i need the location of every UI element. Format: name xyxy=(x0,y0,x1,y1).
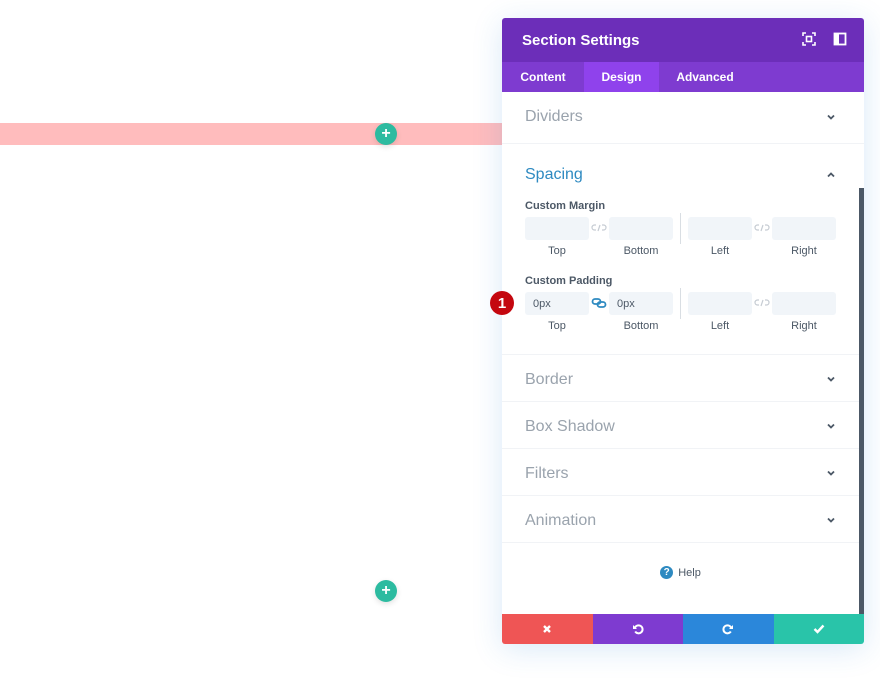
chevron-down-icon xyxy=(827,114,835,120)
modal-body: Dividers Spacing Custom Margin Top Botto… xyxy=(502,92,864,614)
toggle-title: Border xyxy=(525,371,574,388)
section-settings-modal: Section Settings Content Design Advanced… xyxy=(502,18,864,644)
toggle-animation[interactable]: Animation xyxy=(502,496,864,543)
padding-right-input[interactable] xyxy=(772,292,836,315)
custom-padding-fields: Top Bottom Left Right xyxy=(525,288,837,336)
scrollbar[interactable] xyxy=(859,188,864,614)
margin-right-input[interactable] xyxy=(772,217,836,240)
sublabel-right: Right xyxy=(791,245,817,257)
snap-sidebar-icon[interactable] xyxy=(833,32,847,46)
padding-left-input[interactable] xyxy=(688,292,752,315)
plus-icon: + xyxy=(381,125,391,142)
modal-header[interactable]: Section Settings xyxy=(502,18,864,62)
toggle-border[interactable]: Border xyxy=(502,355,864,402)
help-label: Help xyxy=(678,566,701,579)
redo-button[interactable] xyxy=(683,614,774,644)
sublabel-bottom: Bottom xyxy=(623,245,659,257)
sublabel-left: Left xyxy=(710,320,730,332)
padding-top-input[interactable] xyxy=(525,292,589,315)
cancel-button[interactable] xyxy=(502,614,593,644)
custom-margin-fields: Top Bottom Left Right xyxy=(525,213,837,261)
modal-tabs: Content Design Advanced xyxy=(502,62,864,92)
tab-design[interactable]: Design xyxy=(584,62,659,92)
modal-title: Section Settings xyxy=(522,31,640,49)
tab-advanced[interactable]: Advanced xyxy=(659,62,751,92)
toggle-box-shadow[interactable]: Box Shadow xyxy=(502,402,864,449)
unlinked-icon[interactable] xyxy=(754,222,770,234)
save-button[interactable] xyxy=(773,614,864,644)
margin-top-input[interactable] xyxy=(525,217,589,240)
toggle-title: Filters xyxy=(525,465,569,482)
custom-padding-label: Custom Padding xyxy=(525,275,613,287)
chevron-down-icon xyxy=(827,423,835,429)
unlinked-icon[interactable] xyxy=(591,222,607,234)
annotation-badge: 1 xyxy=(490,291,514,315)
sublabel-left: Left xyxy=(710,245,730,257)
chevron-up-icon[interactable] xyxy=(826,170,836,180)
toggle-spacing: Spacing Custom Margin Top Bottom Left Ri… xyxy=(502,144,864,355)
chevron-down-icon xyxy=(827,470,835,476)
undo-icon xyxy=(632,624,644,635)
close-icon xyxy=(543,625,552,633)
divider xyxy=(680,213,681,244)
toggle-dividers[interactable]: Dividers xyxy=(502,92,864,144)
undo-button[interactable] xyxy=(592,614,683,644)
sublabel-top: Top xyxy=(548,245,566,257)
toggle-title: Dividers xyxy=(525,108,583,125)
margin-left-input[interactable] xyxy=(688,217,752,240)
chevron-down-icon xyxy=(827,517,835,523)
toggle-filters[interactable]: Filters xyxy=(502,449,864,496)
toggle-title: Animation xyxy=(525,512,597,529)
redo-icon xyxy=(722,624,734,635)
tab-content[interactable]: Content xyxy=(502,62,584,92)
section-row-highlight xyxy=(0,123,502,145)
toggle-title: Box Shadow xyxy=(525,418,615,435)
add-row-button[interactable]: + xyxy=(375,123,397,145)
sublabel-top: Top xyxy=(548,320,566,332)
modal-footer xyxy=(502,614,864,644)
check-icon xyxy=(813,624,825,634)
sublabel-right: Right xyxy=(791,320,817,332)
help-link[interactable]: ? Help xyxy=(502,566,859,579)
divider xyxy=(680,288,681,319)
question-icon: ? xyxy=(660,566,674,579)
add-section-button[interactable]: + xyxy=(375,580,397,602)
margin-bottom-input[interactable] xyxy=(609,217,673,240)
fullscreen-icon[interactable] xyxy=(802,32,816,46)
chevron-down-icon xyxy=(827,376,835,382)
plus-icon: + xyxy=(381,582,391,599)
padding-bottom-input[interactable] xyxy=(609,292,673,315)
custom-margin-label: Custom Margin xyxy=(525,200,606,212)
sublabel-bottom: Bottom xyxy=(623,320,659,332)
linked-icon[interactable] xyxy=(591,297,607,309)
toggle-title[interactable]: Spacing xyxy=(525,166,583,184)
unlinked-icon[interactable] xyxy=(754,297,770,309)
